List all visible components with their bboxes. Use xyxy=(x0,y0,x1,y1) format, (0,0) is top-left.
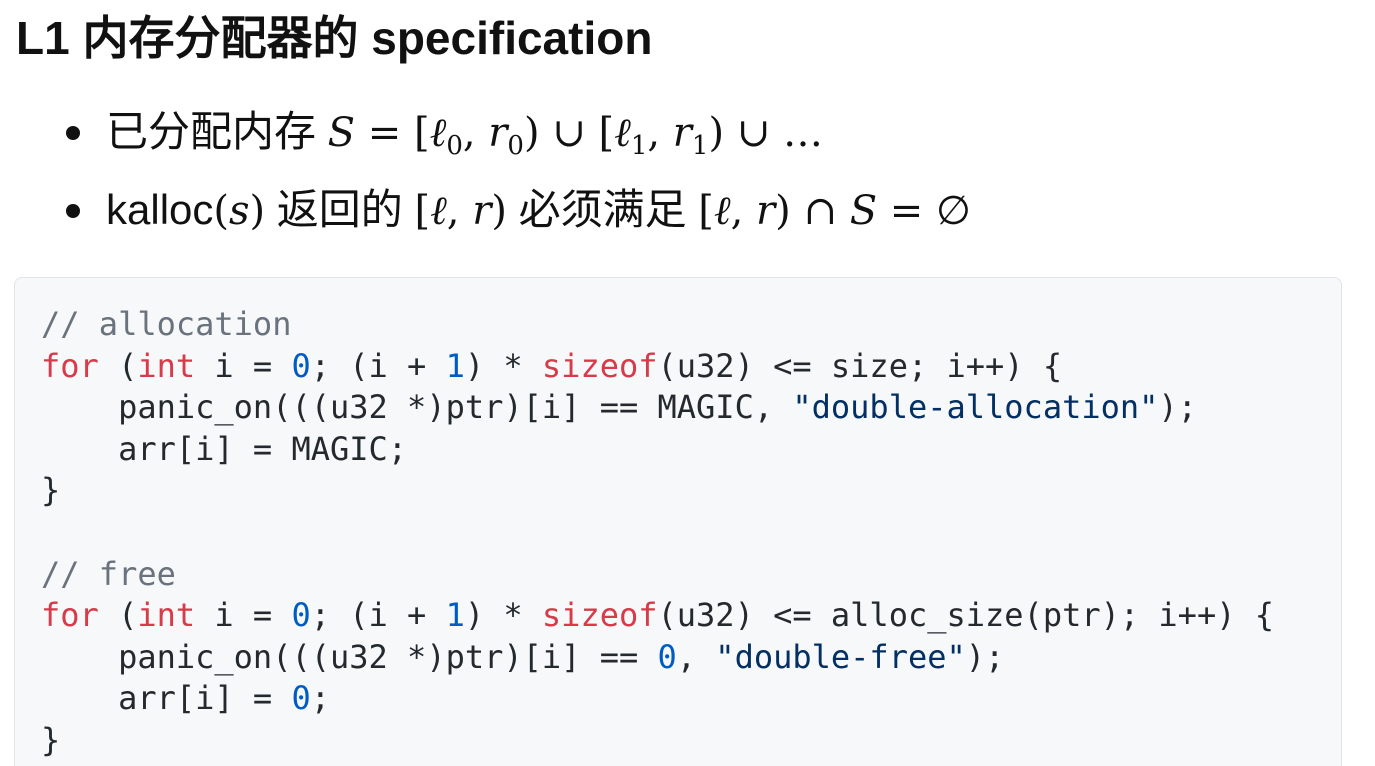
math-disjoint-condition: [ℓ, r) ∩ S = ∅ xyxy=(698,188,971,234)
code-line-close-brace-2: } xyxy=(41,720,61,759)
code-line-comment-allocation: // allocation xyxy=(41,305,292,343)
code-line-panic-double-free: panic_on(((u32 *)ptr)[i] == 0, "double-f… xyxy=(41,637,1005,676)
code-line-for-allocation: for (int i = 0; (i + 1) * sizeof(u32) <=… xyxy=(41,346,1063,385)
math-allocated-set: S = [ℓ0, r0) ∪ [ℓ1, r1) ∪ … xyxy=(327,110,824,161)
kalloc-text: kalloc xyxy=(106,186,214,233)
code-line-assign-zero: arr[i] = 0; xyxy=(41,679,330,718)
bullet-dot xyxy=(66,126,80,140)
code-line-close-brace: } xyxy=(41,471,61,510)
bullet-item-kalloc-requirement: kalloc(s) 返回的 [ℓ, r) 必须满足 [ℓ, r) ∩ S = ∅ xyxy=(0,178,971,256)
bullet-dot xyxy=(66,204,80,218)
math-kalloc-arg: (s) xyxy=(213,188,266,234)
code-line-panic-double-allocation: panic_on(((u32 *)ptr)[i] == MAGIC, "doub… xyxy=(41,388,1197,427)
code-content: // allocation for (int i = 0; (i + 1) * s… xyxy=(41,304,1274,762)
code-line-comment-free: // free xyxy=(41,554,176,593)
bullet-text-returns: 返回的 xyxy=(265,186,415,233)
bullet-list: 已分配内存 S = [ℓ0, r0) ∪ [ℓ1, r1) ∪ … kalloc… xyxy=(0,100,971,256)
code-line-for-free: for (int i = 0; (i + 1) * sizeof(u32) <=… xyxy=(41,596,1274,635)
bullet-item-allocated-memory: 已分配内存 S = [ℓ0, r0) ∪ [ℓ1, r1) ∪ … xyxy=(0,100,971,178)
document-page: L1 内存分配器的 specification 已分配内存 S = [ℓ0, r… xyxy=(0,0,1375,766)
page-title: L1 内存分配器的 specification xyxy=(16,12,653,64)
bullet-text: 已分配内存 xyxy=(106,108,328,155)
bullet-text-must-satisfy: 必须满足 xyxy=(506,186,699,233)
math-range-1: [ℓ, r) xyxy=(414,188,507,234)
code-line-assign-magic: arr[i] = MAGIC; xyxy=(41,429,408,468)
code-block[interactable]: // allocation for (int i = 0; (i + 1) * s… xyxy=(14,277,1342,766)
